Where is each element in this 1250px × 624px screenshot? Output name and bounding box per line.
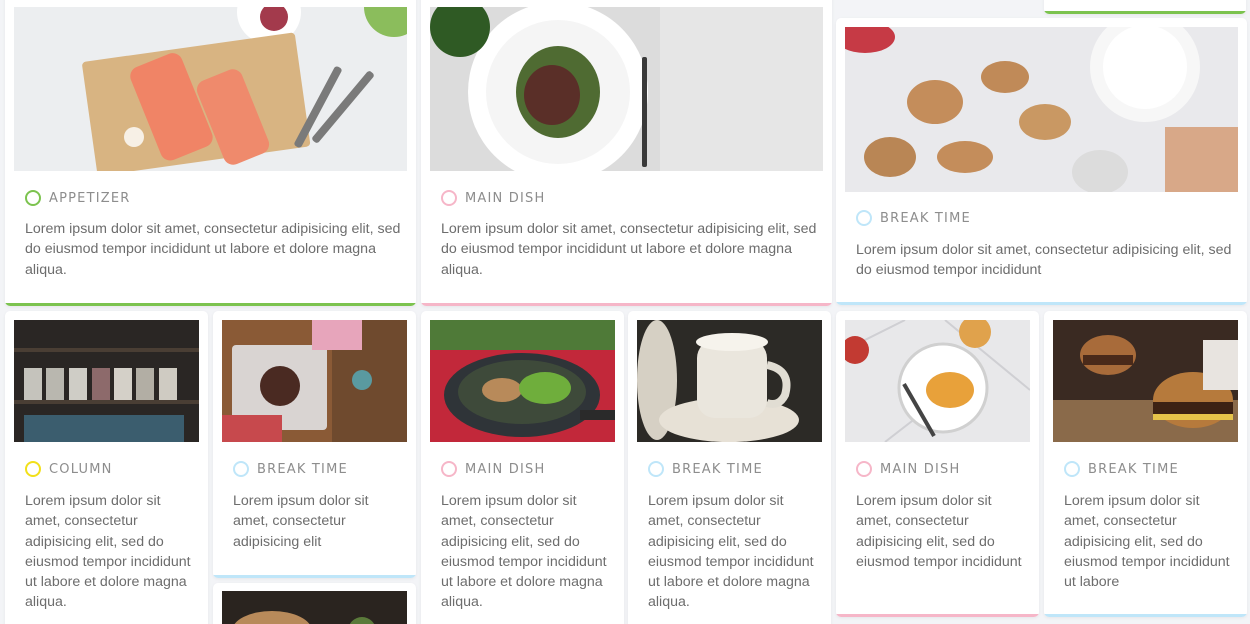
card-description: Lorem ipsum dolor sit amet, consectetur … [25, 493, 191, 611]
recipe-card[interactable]: MAIN DISH Lorem ipsum dolor sit amet, co… [421, 311, 624, 624]
category-circle-icon [441, 461, 457, 477]
card-description: Lorem ipsum dolor sit amet, consectetur … [441, 493, 607, 611]
card-description: Lorem ipsum dolor sit amet, consectetur … [233, 493, 369, 550]
category-tag: APPETIZER [25, 190, 131, 206]
plated-dish-marble-photo [845, 320, 1030, 442]
decorated-animal-cookies-photo [845, 27, 1238, 192]
category-circle-icon [25, 461, 41, 477]
recipe-card[interactable]: BREAK TIME Lorem ipsum dolor sit amet, c… [213, 311, 416, 578]
category-tag: MAIN DISH [441, 190, 545, 206]
category-label: MAIN DISH [465, 461, 546, 477]
category-color-bar [836, 614, 1039, 617]
recipe-card[interactable]: APPETIZER Lorem ipsum dolor sit amet, co… [5, 0, 416, 306]
category-label: MAIN DISH [880, 461, 961, 477]
category-label: BREAK TIME [1088, 461, 1179, 477]
burger-photo [1053, 320, 1238, 442]
card-description: Lorem ipsum dolor sit amet, consectetur … [441, 221, 817, 278]
category-color-bar [1044, 11, 1246, 14]
card-description: Lorem ipsum dolor sit amet, consectetur … [856, 493, 1022, 570]
category-circle-icon [25, 190, 41, 206]
category-label: BREAK TIME [672, 461, 763, 477]
recipe-card[interactable]: BREAK TIME Lorem ipsum dolor sit amet, c… [1044, 311, 1247, 617]
category-tag: MAIN DISH [441, 461, 545, 477]
category-tag: COLUMN [25, 461, 113, 477]
category-label: BREAK TIME [880, 210, 971, 226]
stir-fry-pan-photo [430, 320, 615, 442]
recipe-card[interactable]: COLUMN Lorem ipsum dolor sit amet, conse… [5, 311, 208, 624]
category-label: BREAK TIME [257, 461, 348, 477]
tea-shelf-photo [14, 320, 199, 442]
recipe-card-grid: APPETIZER Lorem ipsum dolor sit amet, co… [0, 0, 1250, 624]
recipe-card[interactable]: BREAK TIME Lorem ipsum dolor sit amet, c… [836, 18, 1247, 305]
card-description: Lorem ipsum dolor sit amet, consectetur … [856, 242, 1232, 279]
category-label: MAIN DISH [465, 190, 546, 206]
card-description: Lorem ipsum dolor sit amet, consectetur … [1064, 493, 1230, 591]
steak-salad-plate-photo [430, 7, 823, 171]
recipe-card[interactable]: MAIN DISH Lorem ipsum dolor sit amet, co… [421, 0, 832, 306]
recipe-card[interactable] [213, 583, 416, 624]
recipe-card[interactable]: BREAK TIME Lorem ipsum dolor sit amet, c… [628, 311, 831, 624]
category-color-bar [213, 575, 416, 578]
salmon-on-cutting-board-photo [14, 7, 407, 171]
recipe-card-partial-top[interactable] [1044, 0, 1246, 14]
recipe-card[interactable]: MAIN DISH Lorem ipsum dolor sit amet, co… [836, 311, 1039, 617]
category-circle-icon [233, 461, 249, 477]
food-photo-partial [222, 591, 407, 624]
dessert-tray-photo [222, 320, 407, 442]
category-circle-icon [856, 461, 872, 477]
card-description: Lorem ipsum dolor sit amet, consectetur … [648, 493, 814, 611]
category-color-bar [421, 303, 832, 306]
category-label: APPETIZER [49, 190, 131, 206]
category-color-bar [836, 302, 1247, 305]
coffee-cup-photo [637, 320, 822, 442]
category-circle-icon [648, 461, 664, 477]
category-label: COLUMN [49, 461, 113, 477]
category-tag: BREAK TIME [1064, 461, 1179, 477]
category-circle-icon [1064, 461, 1080, 477]
category-color-bar [1044, 614, 1247, 617]
category-circle-icon [441, 190, 457, 206]
category-color-bar [5, 303, 416, 306]
category-tag: MAIN DISH [856, 461, 960, 477]
category-tag: BREAK TIME [648, 461, 763, 477]
category-tag: BREAK TIME [856, 210, 971, 226]
category-tag: BREAK TIME [233, 461, 348, 477]
card-description: Lorem ipsum dolor sit amet, consectetur … [25, 221, 401, 278]
category-circle-icon [856, 210, 872, 226]
